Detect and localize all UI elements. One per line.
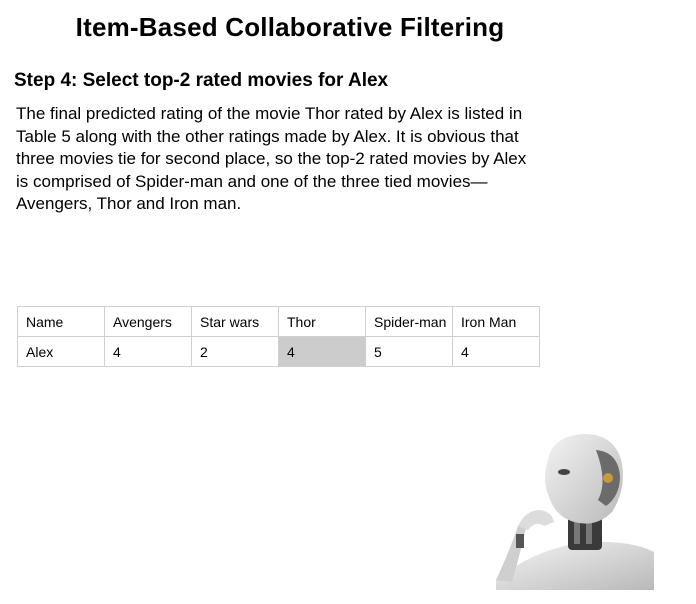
header-cell-iron-man: Iron Man (452, 306, 540, 337)
robot-thinking-icon (496, 434, 654, 590)
header-cell-avengers: Avengers (104, 306, 192, 337)
table-header-row: Name Avengers Star wars Thor Spider-man … (17, 306, 540, 337)
step-heading: Step 4: Select top-2 rated movies for Al… (14, 70, 389, 91)
cell-thor-predicted: 4 (278, 336, 366, 367)
header-cell-name: Name (17, 306, 105, 337)
ratings-table: Name Avengers Star wars Thor Spider-man … (17, 306, 540, 367)
cell-spider-man: 5 (365, 336, 453, 367)
cell-star-wars: 2 (191, 336, 279, 367)
cell-iron-man: 4 (452, 336, 540, 367)
header-cell-spider-man: Spider-man (365, 306, 453, 337)
header-cell-star-wars: Star wars (191, 306, 279, 337)
cell-name: Alex (17, 336, 105, 367)
table-row: Alex 4 2 4 5 4 (17, 336, 540, 367)
description-paragraph: The final predicted rating of the movie … (16, 104, 527, 213)
header-cell-thor: Thor (278, 306, 366, 337)
page-title: Item-Based Collaborative Filtering (75, 12, 505, 42)
cell-avengers: 4 (104, 336, 192, 367)
